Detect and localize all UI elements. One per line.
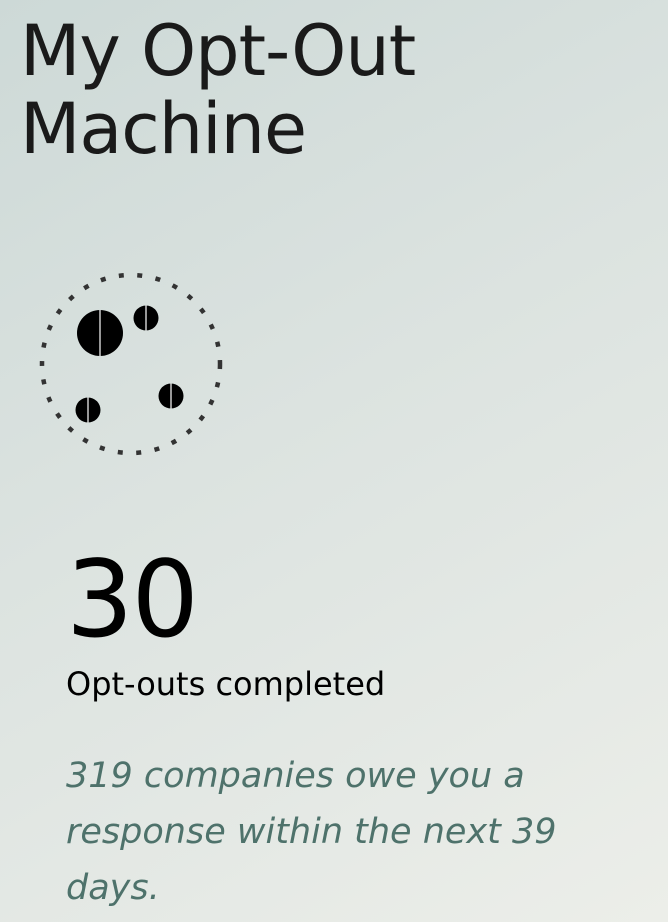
machine-balls [75,305,184,423]
opt-out-stats: 30 Opt-outs completed [66,538,386,704]
page-title-line-2: Machine [20,88,307,170]
opt-out-count: 30 [66,538,199,661]
page-title: My Opt-Out Machine [20,10,416,170]
page-title-line-1: My Opt-Out [20,10,416,92]
machine-graphic [39,272,223,456]
machine-ring [39,272,223,456]
pending-responses-message: 319 companies owe you a response within … [66,756,557,908]
opt-out-machine-icon [32,266,230,464]
opt-out-count-label: Opt-outs completed [66,665,386,703]
